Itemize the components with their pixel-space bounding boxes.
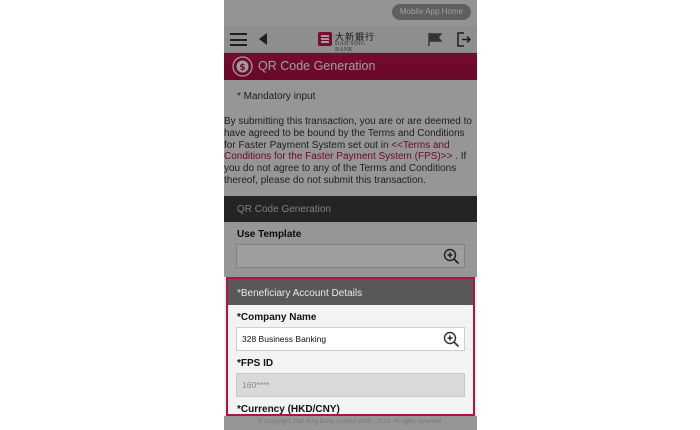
fps-id-label: *FPS ID [237, 358, 274, 369]
company-name-field[interactable]: 328 Business Banking [236, 327, 465, 351]
beneficiary-details-panel: *Beneficiary Account Details *Company Na… [226, 277, 475, 416]
dim-overlay [224, 0, 477, 277]
fps-id-field: 160**** [236, 373, 465, 397]
beneficiary-header: *Beneficiary Account Details [228, 279, 473, 305]
currency-label: *Currency (HKD/CNY) [237, 404, 340, 415]
zoom-in-icon[interactable] [443, 331, 460, 348]
beneficiary-title: *Beneficiary Account Details [237, 288, 363, 299]
company-name-label: *Company Name [237, 312, 317, 323]
mobile-screen: Mobile App Home 大新銀行 DAH SING BANK $ QR … [224, 0, 477, 430]
copyright-footer: © Copyright. Dah Sing Bank, Limited 2000… [258, 419, 443, 425]
company-name-value: 328 Business Banking [242, 334, 327, 344]
fps-id-value: 160**** [242, 380, 270, 390]
